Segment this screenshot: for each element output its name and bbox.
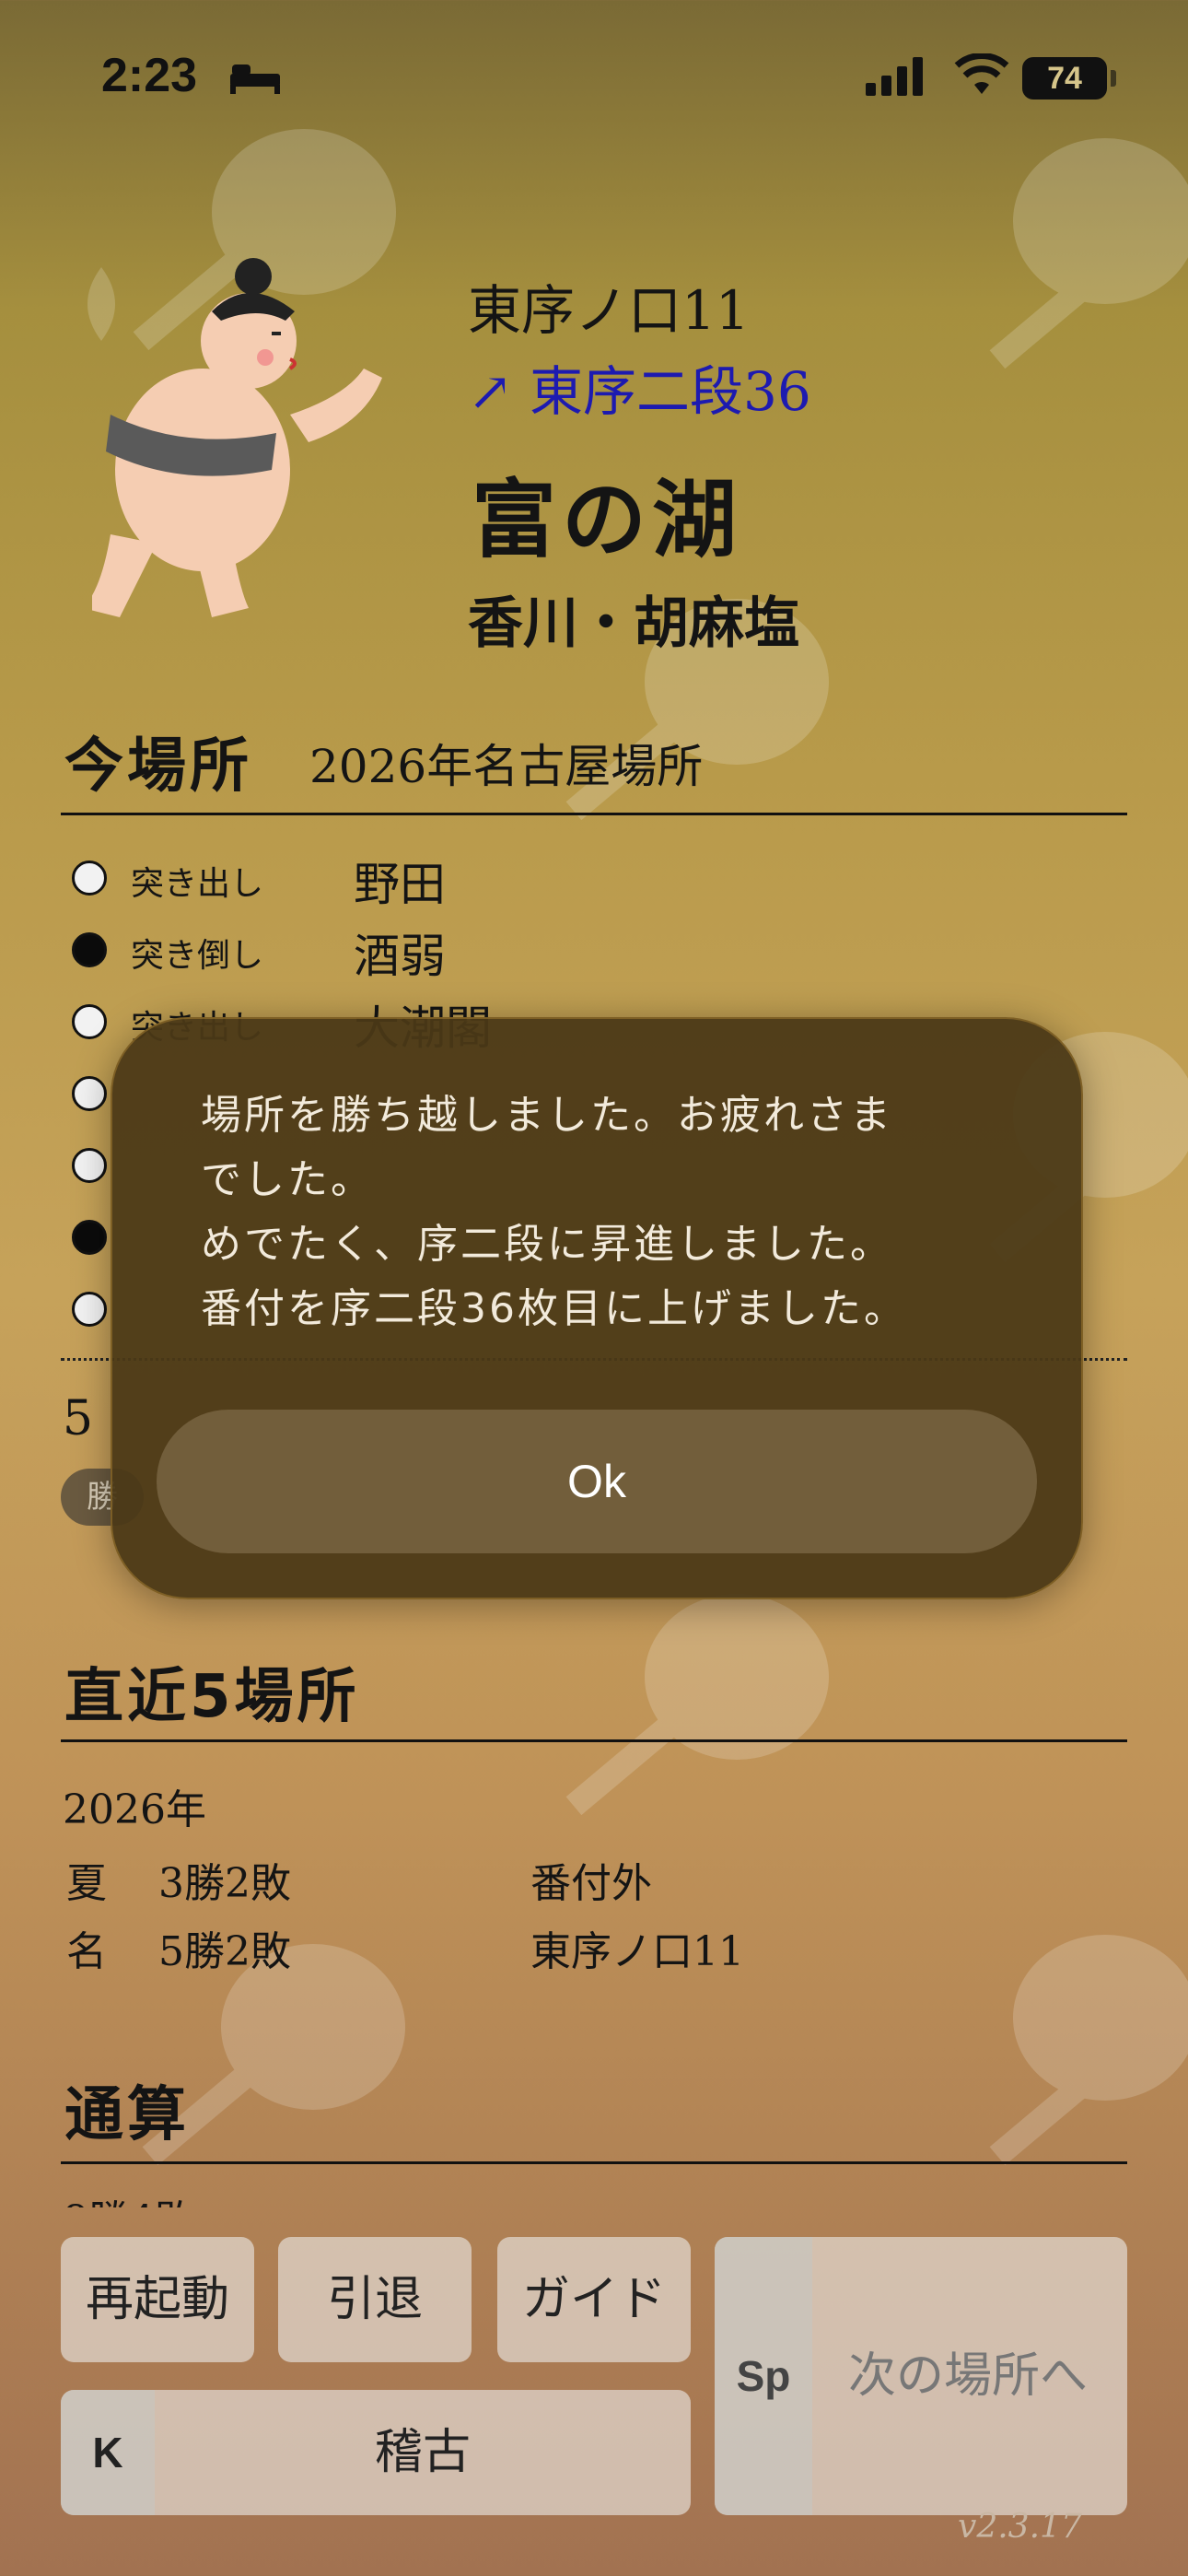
recent-record: 3勝2敗 xyxy=(158,1860,291,1907)
win-marker xyxy=(72,1292,107,1327)
battery-icon: 74 xyxy=(1022,57,1107,100)
kimarite: 突き出し xyxy=(131,865,264,903)
version-label: v2.3.17 xyxy=(958,2508,1082,2546)
shikona: 富の湖 xyxy=(472,471,743,569)
battery-cap xyxy=(1111,70,1116,87)
practice-button[interactable]: K 稽古 xyxy=(61,2390,691,2515)
section-title-current: 今場所 xyxy=(64,732,252,801)
divider xyxy=(61,1739,1127,1742)
divider xyxy=(61,2161,1127,2164)
status-bar: 2:23 74 xyxy=(0,0,1188,157)
section-title-career: 通算 xyxy=(64,2081,190,2149)
alert-dialog: 場所を勝ち越しました。お疲れさま でした。 めでたく、序二段に昇進しました。 番… xyxy=(111,1017,1083,1599)
status-time: 2:23 xyxy=(101,49,198,102)
win-marker xyxy=(72,861,107,896)
recent-year: 2026年 xyxy=(63,1786,206,1833)
section-title-recent: 直近5場所 xyxy=(64,1663,360,1731)
recent-basho: 名 xyxy=(66,1928,107,1975)
alert-line: 番付を序二段36枚目に上げました。 xyxy=(201,1285,907,1332)
win-marker xyxy=(72,1148,107,1183)
loss-marker xyxy=(72,932,107,967)
sumo-wrestler-icon xyxy=(92,258,382,617)
loss-marker xyxy=(72,1220,107,1255)
current-rank: 東序ノ口11 xyxy=(468,279,750,342)
career-record: 8勝4敗 xyxy=(63,2187,195,2207)
alert-line: でした。 xyxy=(201,1156,374,1203)
wifi-icon xyxy=(954,53,1009,94)
next-basho-button[interactable]: Sp 次の場所へ xyxy=(715,2237,1127,2515)
win-marker xyxy=(72,1076,107,1111)
practice-label: 稽古 xyxy=(374,2425,471,2480)
recent-rank: 番付外 xyxy=(530,1860,652,1907)
recent-basho: 夏 xyxy=(66,1860,107,1907)
record-summary: 5 xyxy=(63,1391,94,1446)
gunbai-watermark-icon xyxy=(989,138,1188,369)
restart-button[interactable]: 再起動 xyxy=(61,2237,254,2362)
alert-message: 場所を勝ち越しました。お疲れさま でした。 めでたく、序二段に昇進しました。 番… xyxy=(201,1083,1030,1341)
basho-name: 2026年名古屋場所 xyxy=(309,740,704,793)
origin-stable: 香川・胡麻塩 xyxy=(468,591,799,656)
next-basho-label: 次の場所へ xyxy=(847,2348,1088,2404)
retire-button[interactable]: 引退 xyxy=(278,2237,472,2362)
guide-button[interactable]: ガイド xyxy=(497,2237,691,2362)
kimarite: 突き倒し xyxy=(131,937,264,975)
signal-icon xyxy=(866,57,923,96)
gunbai-watermark-icon xyxy=(565,1594,829,1816)
practice-key: K xyxy=(61,2390,155,2515)
bed-icon xyxy=(230,64,280,94)
recent-rank: 東序ノ口11 xyxy=(530,1928,744,1975)
ok-button[interactable]: Ok xyxy=(157,1410,1037,1553)
opponent: 酒弱 xyxy=(354,930,446,983)
opponent: 野田 xyxy=(354,858,446,911)
promotion-rank: ↗ 東序二段36 xyxy=(468,360,811,423)
next-key: Sp xyxy=(715,2237,812,2515)
alert-line: 場所を勝ち越しました。お疲れさま xyxy=(201,1092,893,1139)
recent-record: 5勝2敗 xyxy=(158,1928,291,1975)
gunbai-watermark-icon xyxy=(989,1935,1188,2166)
divider xyxy=(61,813,1127,815)
alert-line: めでたく、序二段に昇進しました。 xyxy=(201,1221,893,1268)
win-marker xyxy=(72,1004,107,1039)
